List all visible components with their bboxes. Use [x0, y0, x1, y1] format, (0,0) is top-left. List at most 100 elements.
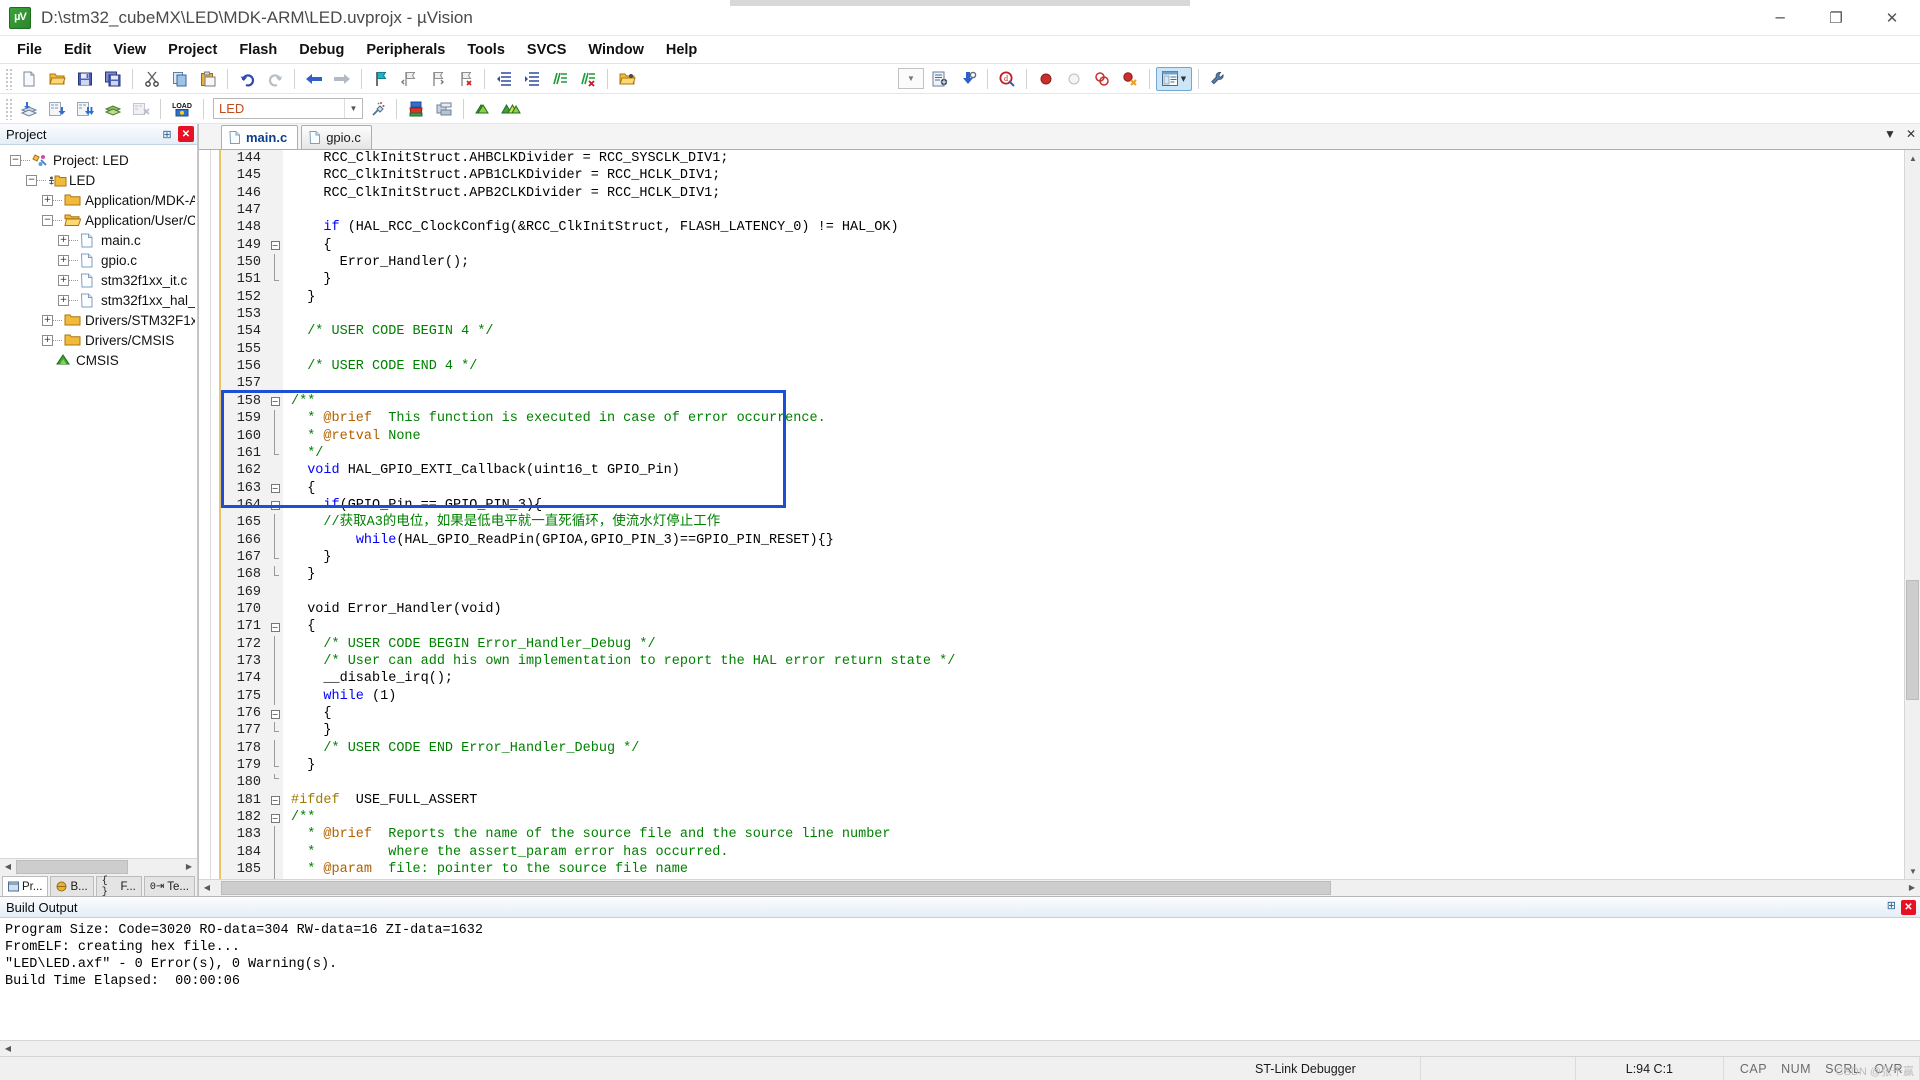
- code-line[interactable]: 162 void HAL_GPIO_EXTI_Callback(uint16_t…: [221, 462, 1904, 479]
- code-line[interactable]: 169: [221, 584, 1904, 601]
- insert-breakpoint-icon[interactable]: [1033, 67, 1059, 91]
- tree-item-drivers-stm32f1xx[interactable]: + Drivers/STM32F1xx_: [0, 310, 197, 330]
- code-line[interactable]: 183 * @brief Reports the name of the sou…: [221, 826, 1904, 843]
- manage-windows-icon[interactable]: ▼: [1156, 67, 1192, 91]
- menu-svcs[interactable]: SVCS: [516, 39, 578, 61]
- code-line[interactable]: 176− {: [221, 705, 1904, 722]
- code-line[interactable]: 175 while (1): [221, 688, 1904, 705]
- panel-tab-project[interactable]: Pr...: [2, 876, 48, 896]
- configure-target-icon[interactable]: [927, 67, 953, 91]
- code-line[interactable]: 165 //获取A3的电位，如果是低电平就一直死循环，使流水灯停止工作: [221, 514, 1904, 531]
- navigate-forward-icon[interactable]: [329, 67, 355, 91]
- code-line[interactable]: 149− {: [221, 237, 1904, 254]
- copy-icon[interactable]: [167, 67, 193, 91]
- code-line[interactable]: 177 }: [221, 722, 1904, 739]
- menu-tools[interactable]: Tools: [456, 39, 516, 61]
- kill-breakpoints-icon[interactable]: [1117, 67, 1143, 91]
- code-line[interactable]: 166 while(HAL_GPIO_ReadPin(GPIOA,GPIO_PI…: [221, 532, 1904, 549]
- scroll-track[interactable]: [16, 1041, 1920, 1057]
- save-icon[interactable]: [72, 67, 98, 91]
- minimize-button[interactable]: ─: [1752, 0, 1808, 36]
- code-line[interactable]: 171− {: [221, 618, 1904, 635]
- editor-tab-gpio-c[interactable]: gpio.c: [301, 125, 372, 149]
- code-line[interactable]: 182−/**: [221, 809, 1904, 826]
- expander-icon[interactable]: −: [26, 175, 37, 186]
- code-line[interactable]: 161 */: [221, 445, 1904, 462]
- fold-marker[interactable]: −: [267, 480, 283, 497]
- scroll-thumb[interactable]: [16, 860, 128, 874]
- code-line[interactable]: 173 /* User can add his own implementati…: [221, 653, 1904, 670]
- pack-manage-icon[interactable]: [498, 97, 524, 121]
- tree-item-stm32f1xx-hal[interactable]: + stm32f1xx_hal_: [0, 290, 197, 310]
- panel-tab-books[interactable]: B...: [50, 876, 93, 896]
- code-line[interactable]: 152 }: [221, 289, 1904, 306]
- code-line[interactable]: 144 RCC_ClkInitStruct.AHBCLKDivider = RC…: [221, 150, 1904, 167]
- outdent-icon[interactable]: [519, 67, 545, 91]
- expander-icon[interactable]: +: [58, 235, 69, 246]
- expander-icon[interactable]: +: [42, 335, 53, 346]
- remove-breakpoint-icon[interactable]: [1061, 67, 1087, 91]
- code-line[interactable]: 181−#ifdef USE_FULL_ASSERT: [221, 792, 1904, 809]
- target-selector[interactable]: LED ▼: [213, 98, 363, 119]
- code-line[interactable]: 168 }: [221, 566, 1904, 583]
- target-options-icon[interactable]: [364, 97, 390, 121]
- cut-icon[interactable]: [139, 67, 165, 91]
- scroll-right-arrow[interactable]: ▶: [1904, 880, 1920, 896]
- expander-icon[interactable]: −: [10, 155, 21, 166]
- code-editor[interactable]: 144 RCC_ClkInitStruct.AHBCLKDivider = RC…: [199, 150, 1920, 879]
- disable-breakpoint-icon[interactable]: [1089, 67, 1115, 91]
- configure-tools-icon[interactable]: [1205, 67, 1231, 91]
- expander-icon[interactable]: −: [42, 215, 53, 226]
- expander-icon[interactable]: +: [42, 195, 53, 206]
- editor-horizontal-scrollbar[interactable]: ◀ ▶: [199, 879, 1920, 895]
- editor-vertical-scrollbar[interactable]: ▲ ▼: [1904, 150, 1920, 879]
- panel-tab-functions[interactable]: { } F...: [96, 876, 142, 896]
- debug-start-icon[interactable]: d: [994, 67, 1020, 91]
- menu-window[interactable]: Window: [577, 39, 654, 61]
- scroll-up-arrow[interactable]: ▲: [1905, 150, 1920, 166]
- scroll-left-arrow[interactable]: ◀: [199, 880, 215, 896]
- menu-peripherals[interactable]: Peripherals: [355, 39, 456, 61]
- open-folder-icon[interactable]: [614, 67, 640, 91]
- fold-marker[interactable]: −: [267, 792, 283, 809]
- close-button[interactable]: ✕: [1864, 0, 1920, 36]
- undo-icon[interactable]: [234, 67, 260, 91]
- bookmark-next-icon[interactable]: [424, 67, 450, 91]
- code-line[interactable]: 179 }: [221, 757, 1904, 774]
- translate-icon[interactable]: [16, 97, 42, 121]
- build-icon[interactable]: [44, 97, 70, 121]
- manage-runtime-icon[interactable]: [403, 97, 429, 121]
- fold-marker[interactable]: −: [267, 497, 283, 514]
- close-icon[interactable]: ✕: [178, 126, 194, 142]
- chevron-down-icon[interactable]: ▼: [1884, 127, 1896, 141]
- paste-icon[interactable]: [195, 67, 221, 91]
- tree-item-project-led[interactable]: − Project: LED: [0, 150, 197, 170]
- code-line[interactable]: 156 /* USER CODE END 4 */: [221, 358, 1904, 375]
- fold-marker[interactable]: −: [267, 237, 283, 254]
- build-output-text[interactable]: Program Size: Code=3020 RO-data=304 RW-d…: [0, 918, 1920, 1040]
- code-line[interactable]: 154 /* USER CODE BEGIN 4 */: [221, 323, 1904, 340]
- open-file-icon[interactable]: [44, 67, 70, 91]
- toolbar-grip[interactable]: [5, 68, 12, 90]
- batch-build-icon[interactable]: [100, 97, 126, 121]
- scroll-left-arrow[interactable]: ◀: [0, 1041, 16, 1057]
- menu-file[interactable]: File: [6, 39, 53, 61]
- save-all-icon[interactable]: [100, 67, 126, 91]
- code-line[interactable]: 158−/**: [221, 393, 1904, 410]
- menu-help[interactable]: Help: [655, 39, 708, 61]
- close-icon[interactable]: ✕: [1906, 127, 1916, 141]
- tree-item-main-c[interactable]: + main.c: [0, 230, 197, 250]
- scroll-left-arrow[interactable]: ◀: [0, 859, 16, 875]
- code-line[interactable]: 174 __disable_irq();: [221, 670, 1904, 687]
- rebuild-icon[interactable]: [72, 97, 98, 121]
- menu-edit[interactable]: Edit: [53, 39, 102, 61]
- editor-tab-main-c[interactable]: main.c: [221, 125, 298, 149]
- menu-debug[interactable]: Debug: [288, 39, 355, 61]
- code-line[interactable]: 164− if(GPIO_Pin == GPIO_PIN_3){: [221, 497, 1904, 514]
- code-line[interactable]: 148 if (HAL_RCC_ClockConfig(&RCC_ClkInit…: [221, 219, 1904, 236]
- bookmark-clear-icon[interactable]: [452, 67, 478, 91]
- comment-icon[interactable]: [547, 67, 573, 91]
- code-line[interactable]: 170 void Error_Handler(void): [221, 601, 1904, 618]
- toolbar-grip[interactable]: [5, 98, 12, 120]
- code-line[interactable]: 147: [221, 202, 1904, 219]
